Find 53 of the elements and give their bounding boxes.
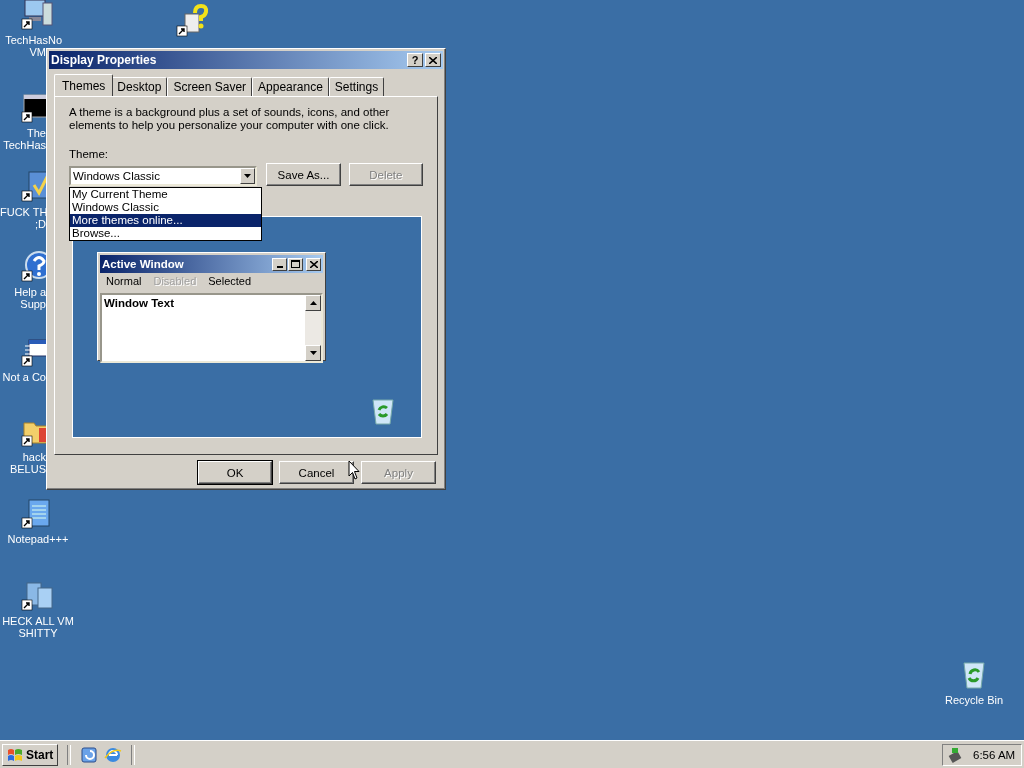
- icon-label: Recycle Bin: [944, 694, 1004, 706]
- scroll-up-icon[interactable]: [305, 295, 321, 311]
- close-icon[interactable]: [306, 257, 321, 271]
- menu-item[interactable]: Selected: [208, 275, 252, 290]
- dialog-button[interactable]: OK: [198, 461, 272, 484]
- icon-label: hack: [21, 451, 46, 463]
- icon-label: HECK ALL VM: [2, 615, 74, 627]
- theme-dropdown[interactable]: Windows Classic: [69, 166, 258, 186]
- window-title: Display Properties: [51, 53, 158, 67]
- clock-text: 6:56 AM: [973, 748, 1016, 761]
- description-text: A theme is a background plus a set of sounds, icons, and other elements to help you personalize your computer with one click.: [69, 106, 391, 132]
- dropdown-option[interactable]: More themes online...: [70, 214, 261, 227]
- windows-flag-icon: [7, 747, 23, 762]
- field-label: Theme:: [69, 148, 109, 160]
- window-text: Window Text: [103, 296, 175, 311]
- close-button[interactable]: [425, 53, 441, 67]
- icon-label: Not a Co: [1, 371, 46, 383]
- tab[interactable]: Screen Saver: [167, 77, 253, 96]
- network-icon[interactable]: [947, 746, 963, 763]
- recycle-bin-icon: [370, 397, 396, 425]
- help-button[interactable]: ?: [407, 53, 423, 67]
- icon-label: SHITTY: [18, 627, 58, 639]
- dropdown-option[interactable]: My Current Theme: [70, 188, 261, 201]
- icon-label: VM: [28, 46, 46, 58]
- computer-icon[interactable]: [21, 0, 55, 31]
- tab[interactable]: Themes: [54, 74, 114, 96]
- icon-label: Supp: [19, 298, 46, 310]
- side-button[interactable]: Save As...: [266, 163, 341, 186]
- browser-icon[interactable]: [104, 745, 123, 764]
- scroll-down-icon[interactable]: [305, 345, 321, 361]
- dropdown-option[interactable]: Windows Classic: [70, 201, 261, 214]
- icon-label: ;D: [34, 218, 46, 230]
- security-icon[interactable]: [176, 4, 210, 38]
- icon-label: The: [26, 127, 46, 139]
- menu-item[interactable]: Normal: [106, 275, 142, 290]
- icon-label: TechHasNo: [4, 34, 62, 46]
- dropdown-option[interactable]: Browse...: [70, 227, 261, 240]
- icon-label: TechHas: [2, 139, 46, 151]
- tab[interactable]: Settings: [328, 77, 385, 96]
- dialog-button[interactable]: Cancel: [279, 461, 354, 484]
- icon-label: Notepad+++: [7, 533, 69, 545]
- icon-label: BELUS: [8, 463, 46, 475]
- close-icon: [429, 56, 437, 64]
- maximize-icon[interactable]: [288, 257, 303, 271]
- scrollbar[interactable]: [305, 295, 321, 361]
- mouse-pointer-icon: [348, 460, 360, 480]
- window-title: Active Window: [102, 258, 185, 270]
- start-button[interactable]: Start: [2, 743, 59, 766]
- icon-label: FUCK TH: [0, 206, 46, 218]
- icon-label: Help a: [13, 286, 46, 298]
- minimize-icon[interactable]: [272, 257, 287, 271]
- tab[interactable]: Appearance: [252, 77, 329, 96]
- tab[interactable]: Desktop: [111, 77, 168, 96]
